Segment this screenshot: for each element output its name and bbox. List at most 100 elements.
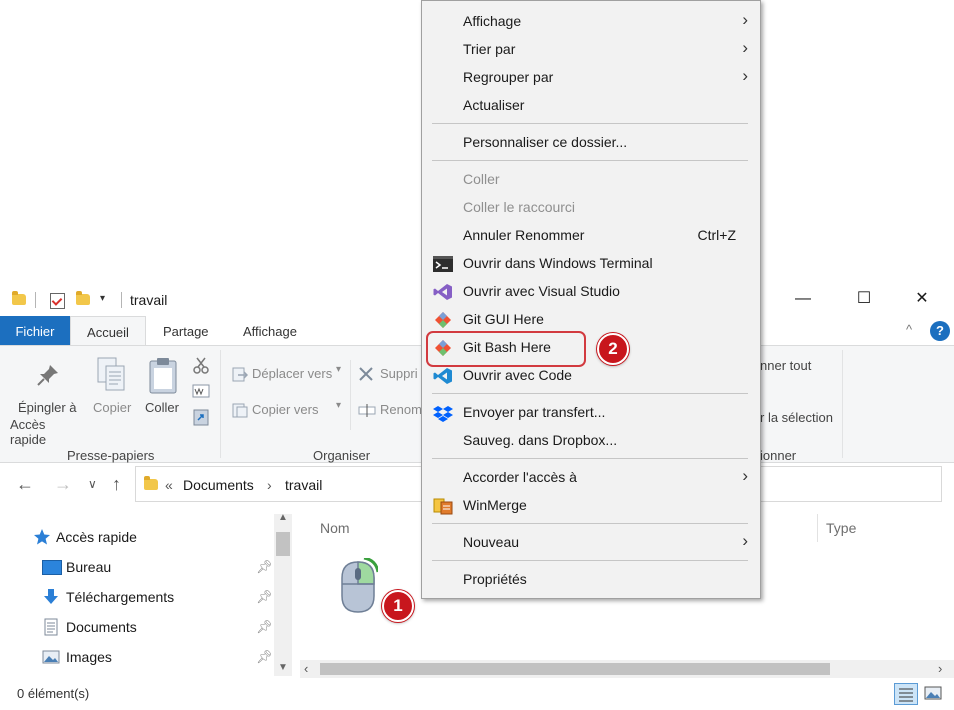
scroll-down-icon[interactable]: ▼	[278, 662, 288, 673]
menu-separator	[432, 160, 748, 161]
maximize-button[interactable]: ☐	[841, 284, 887, 316]
move-to-label: Déplacer vers	[252, 366, 333, 381]
menu-item-label: Coller le raccourci	[463, 199, 576, 215]
pin-quick-access-button[interactable]: Épingler à Accès rapide	[10, 356, 84, 447]
menu-item-label: Personnaliser ce dossier...	[463, 134, 628, 150]
breadcrumb-documents[interactable]: Documents	[183, 477, 254, 493]
breadcrumb-separator: ›	[267, 477, 272, 493]
group-label-organize: Organiser	[313, 448, 371, 463]
menu-item-sauveg-dropbox[interactable]: Sauveg. dans Dropbox...	[422, 426, 760, 454]
delete-button[interactable]: Suppri	[358, 364, 418, 386]
menu-item-label: Coller	[463, 171, 500, 187]
address-overflow[interactable]: «	[165, 477, 173, 493]
copy-to-button[interactable]: Copier vers ▾	[232, 400, 348, 422]
menu-item-label: Ouvrir avec Visual Studio	[463, 283, 620, 299]
nav-quick-access[interactable]: Accès rapide	[56, 529, 137, 545]
help-icon[interactable]: ?	[930, 321, 950, 341]
recent-locations-chevron-icon[interactable]: ∨	[88, 477, 97, 491]
visual-studio-icon	[433, 284, 452, 300]
invert-selection-button[interactable]: r la sélection	[760, 410, 833, 425]
new-folder-icon[interactable]	[76, 291, 90, 305]
tab-partage[interactable]: Partage	[163, 316, 209, 346]
scroll-right-icon[interactable]: ›	[938, 661, 942, 676]
navigation-pane: Accès rapide Bureau 📌︎ Téléchargements 📌…	[0, 508, 296, 678]
quick-access-dropdown[interactable]: ▾	[100, 293, 105, 304]
tab-affichage[interactable]: Affichage	[243, 316, 297, 346]
divider	[350, 360, 351, 430]
tab-fichier[interactable]: Fichier	[0, 316, 70, 346]
menu-item-label: WinMerge	[463, 497, 527, 513]
nav-item-documents[interactable]: Documents	[66, 619, 137, 635]
menu-item-annuler-renommer[interactable]: Annuler Renommer Ctrl+Z	[422, 221, 760, 249]
menu-item-trier-par[interactable]: Trier par ›	[422, 35, 760, 63]
vscode-icon	[433, 368, 452, 384]
menu-item-git-gui[interactable]: Git GUI Here	[422, 305, 760, 333]
divider	[121, 292, 122, 308]
ribbon-collapse-button[interactable]: ^	[906, 322, 912, 337]
menu-separator	[432, 523, 748, 524]
menu-item-visual-studio[interactable]: Ouvrir avec Visual Studio	[422, 277, 760, 305]
paste-shortcut-icon[interactable]	[193, 408, 209, 426]
rename-button[interactable]: Renom	[358, 400, 422, 422]
large-icons-view-icon[interactable]	[924, 686, 942, 700]
menu-item-nouveau[interactable]: Nouveau ›	[422, 528, 760, 556]
horizontal-scrollbar[interactable]: ‹ ›	[300, 660, 954, 678]
mouse-icon	[341, 558, 378, 613]
nav-item-telechargements[interactable]: Téléchargements	[66, 589, 174, 605]
horizontal-scroll-thumb[interactable]	[320, 663, 830, 675]
tab-accueil[interactable]: Accueil	[70, 316, 146, 347]
column-header-nom[interactable]: Nom	[320, 520, 350, 536]
scroll-up-icon[interactable]: ▲	[278, 512, 288, 523]
details-view-icon[interactable]	[894, 683, 918, 705]
clipboard-icon	[149, 358, 177, 394]
nav-scroll-thumb[interactable]	[276, 532, 290, 556]
git-icon	[435, 312, 451, 328]
paste-button[interactable]: Coller	[142, 356, 188, 426]
menu-item-label: Annuler Renommer	[463, 227, 585, 243]
copy-button[interactable]: Copier	[90, 356, 136, 426]
properties-icon[interactable]	[50, 293, 65, 309]
menu-item-personnaliser[interactable]: Personnaliser ce dossier...	[422, 128, 760, 156]
up-arrow-icon[interactable]: ↑	[112, 474, 121, 495]
menu-item-envoyer-transfert[interactable]: Envoyer par transfert...	[422, 398, 760, 426]
menu-separator	[432, 123, 748, 124]
back-arrow-icon[interactable]: ←	[16, 474, 34, 495]
menu-item-coller: Coller	[422, 165, 760, 193]
pin-icon: 📌︎	[256, 649, 273, 664]
copy-to-icon	[232, 403, 248, 418]
menu-item-regrouper-par[interactable]: Regrouper par ›	[422, 63, 760, 91]
move-to-button[interactable]: Déplacer vers ▾	[232, 364, 348, 386]
menu-item-label: Envoyer par transfert...	[463, 404, 606, 420]
breadcrumb-travail[interactable]: travail	[285, 477, 322, 493]
divider	[35, 292, 36, 308]
submenu-arrow-icon: ›	[742, 38, 748, 57]
close-button[interactable]: ✕	[899, 284, 945, 316]
item-count: 0 élément(s)	[17, 686, 90, 701]
menu-item-winmerge[interactable]: WinMerge	[422, 491, 760, 519]
cut-icon[interactable]	[192, 356, 210, 374]
download-icon	[44, 589, 58, 604]
chevron-down-icon: ▾	[336, 400, 342, 411]
menu-item-windows-terminal[interactable]: Ouvrir dans Windows Terminal	[422, 249, 760, 277]
menu-item-label: Affichage	[463, 13, 522, 29]
minimize-button[interactable]: —	[780, 284, 826, 316]
nav-item-images[interactable]: Images	[66, 649, 112, 665]
pin-icon	[37, 365, 58, 386]
submenu-arrow-icon: ›	[742, 531, 748, 550]
menu-item-coller-raccourci: Coller le raccourci	[422, 193, 760, 221]
menu-item-accorder-acces[interactable]: Accorder l'accès à ›	[422, 463, 760, 491]
menu-item-label: Actualiser	[463, 97, 525, 113]
submenu-arrow-icon: ›	[742, 466, 748, 485]
scroll-left-icon[interactable]: ‹	[304, 661, 308, 676]
nav-item-bureau[interactable]: Bureau	[66, 559, 111, 575]
select-all-button[interactable]: nner tout	[760, 358, 811, 373]
menu-item-actualiser[interactable]: Actualiser	[422, 91, 760, 119]
copy-path-icon[interactable]	[192, 384, 210, 398]
menu-item-proprietes[interactable]: Propriétés	[422, 565, 760, 593]
column-header-type[interactable]: Type	[826, 520, 856, 536]
folder-icon	[144, 476, 158, 490]
menu-item-ouvrir-avec-code[interactable]: Ouvrir avec Code	[422, 361, 760, 389]
forward-arrow-icon[interactable]: →	[54, 474, 72, 495]
menu-item-affichage[interactable]: Affichage ›	[422, 7, 760, 35]
divider	[220, 350, 221, 458]
